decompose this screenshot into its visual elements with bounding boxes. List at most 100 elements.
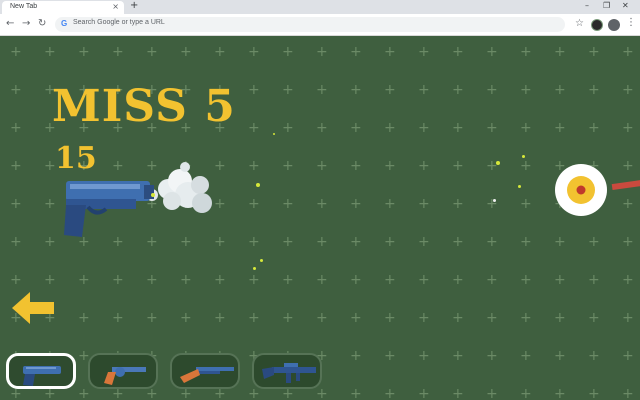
plus-pattern-mark: + xyxy=(316,120,328,136)
plus-pattern-mark: + xyxy=(486,272,498,288)
back-arrow-icon[interactable] xyxy=(10,290,56,326)
address-bar[interactable]: G Search Google or type a URL xyxy=(55,17,565,32)
plus-pattern-mark: + xyxy=(588,272,600,288)
new-tab-button[interactable]: + xyxy=(130,0,138,11)
plus-pattern-mark: + xyxy=(146,310,158,326)
plus-pattern-mark: + xyxy=(452,234,464,250)
plus-pattern-mark: + xyxy=(622,272,634,288)
plus-pattern-mark: + xyxy=(146,272,158,288)
assault-rifle-icon xyxy=(262,363,316,383)
plus-pattern-mark: + xyxy=(622,158,634,174)
plus-pattern-mark: + xyxy=(588,234,600,250)
weapon-slot-shotgun[interactable] xyxy=(170,353,240,389)
reload-icon[interactable]: ↻ xyxy=(38,18,46,29)
plus-pattern-mark: + xyxy=(350,196,362,212)
plus-pattern-mark: + xyxy=(350,234,362,250)
plus-pattern-mark: + xyxy=(146,386,158,400)
plus-pattern-mark: + xyxy=(486,386,498,400)
plus-pattern-mark: + xyxy=(248,44,260,60)
plus-pattern-mark: + xyxy=(486,44,498,60)
plus-pattern-mark: + xyxy=(350,386,362,400)
plus-pattern-mark: + xyxy=(622,310,634,326)
plus-pattern-mark: + xyxy=(384,120,396,136)
plus-pattern-mark: + xyxy=(248,196,260,212)
tab-new-tab[interactable]: New Tab × xyxy=(2,1,124,14)
plus-pattern-mark: + xyxy=(520,158,532,174)
plus-pattern-mark: + xyxy=(520,272,532,288)
plus-pattern-mark: + xyxy=(554,386,566,400)
tab-title: New Tab xyxy=(10,3,38,10)
target[interactable] xyxy=(554,163,608,217)
plus-pattern-mark: + xyxy=(180,310,192,326)
spark xyxy=(256,183,260,187)
spark xyxy=(253,267,256,270)
plus-pattern-mark: + xyxy=(622,82,634,98)
game-canvas[interactable]: + + + + + + + + + + + + + + + + + + + + + + + + + + + + + + + + + + + + + + + +… xyxy=(0,37,640,400)
revolver-icon xyxy=(104,367,146,385)
plus-pattern-mark: + xyxy=(520,44,532,60)
plus-pattern-mark: + xyxy=(418,234,430,250)
plus-pattern-mark: + xyxy=(622,386,634,400)
browser-toolbar: ← → ↻ G Search Google or type a URL ☆ ⋮ xyxy=(0,14,640,36)
plus-pattern-mark: + xyxy=(248,82,260,98)
plus-pattern-mark: + xyxy=(418,348,430,364)
plus-pattern-mark: + xyxy=(350,348,362,364)
plus-pattern-mark: + xyxy=(282,272,294,288)
plus-pattern-mark: + xyxy=(44,44,56,60)
plus-pattern-mark: + xyxy=(520,82,532,98)
window-close-icon[interactable]: ✕ xyxy=(622,1,629,10)
plus-pattern-mark: + xyxy=(452,310,464,326)
google-icon: G xyxy=(61,19,68,28)
plus-pattern-mark: + xyxy=(248,120,260,136)
plus-pattern-mark: + xyxy=(316,158,328,174)
plus-pattern-mark: + xyxy=(282,158,294,174)
plus-pattern-mark: + xyxy=(486,348,498,364)
plus-pattern-mark: + xyxy=(44,234,56,250)
omnibox-placeholder: Search Google or type a URL xyxy=(73,19,165,26)
plus-pattern-mark: + xyxy=(10,196,22,212)
plus-pattern-mark: + xyxy=(282,310,294,326)
plus-pattern-mark: + xyxy=(554,44,566,60)
plus-pattern-mark: + xyxy=(622,44,634,60)
plus-pattern-mark: + xyxy=(316,310,328,326)
weapon-slot-pistol[interactable] xyxy=(6,353,76,389)
plus-pattern-mark: + xyxy=(112,44,124,60)
maximize-icon[interactable]: ❐ xyxy=(603,1,610,10)
plus-pattern-mark: + xyxy=(384,234,396,250)
plus-pattern-mark: + xyxy=(10,234,22,250)
plus-pattern-mark: + xyxy=(418,82,430,98)
plus-pattern-mark: + xyxy=(214,310,226,326)
bookmark-star-icon[interactable]: ☆ xyxy=(575,18,584,29)
plus-pattern-mark: + xyxy=(180,272,192,288)
plus-pattern-mark: + xyxy=(520,348,532,364)
close-icon[interactable]: × xyxy=(112,2,119,11)
plus-pattern-mark: + xyxy=(214,44,226,60)
plus-pattern-mark: + xyxy=(10,158,22,174)
spark xyxy=(260,259,263,262)
weapon-slot-assault-rifle[interactable] xyxy=(252,353,322,389)
plus-pattern-mark: + xyxy=(10,82,22,98)
plus-pattern-mark: + xyxy=(146,44,158,60)
back-icon[interactable]: ← xyxy=(6,18,14,29)
plus-pattern-mark: + xyxy=(520,234,532,250)
plus-pattern-mark: + xyxy=(316,272,328,288)
plus-pattern-mark: + xyxy=(452,82,464,98)
menu-icon[interactable]: ⋮ xyxy=(626,17,636,28)
minimize-icon[interactable]: – xyxy=(585,1,589,10)
plus-pattern-mark: + xyxy=(588,386,600,400)
plus-pattern-mark: + xyxy=(588,44,600,60)
plus-pattern-mark: + xyxy=(316,234,328,250)
plus-pattern-mark: + xyxy=(622,120,634,136)
plus-pattern-mark: + xyxy=(248,158,260,174)
plus-pattern-mark: + xyxy=(78,310,90,326)
weapon-slot-revolver[interactable] xyxy=(88,353,158,389)
plus-pattern-mark: + xyxy=(282,44,294,60)
plus-pattern-mark: + xyxy=(486,196,498,212)
plus-pattern-mark: + xyxy=(112,272,124,288)
puzzle-icon[interactable] xyxy=(608,19,620,31)
plus-pattern-mark: + xyxy=(418,158,430,174)
forward-icon[interactable]: → xyxy=(22,18,30,29)
plus-pattern-mark: + xyxy=(282,234,294,250)
extension-icon[interactable] xyxy=(591,19,603,31)
pistol-weapon xyxy=(64,162,212,237)
